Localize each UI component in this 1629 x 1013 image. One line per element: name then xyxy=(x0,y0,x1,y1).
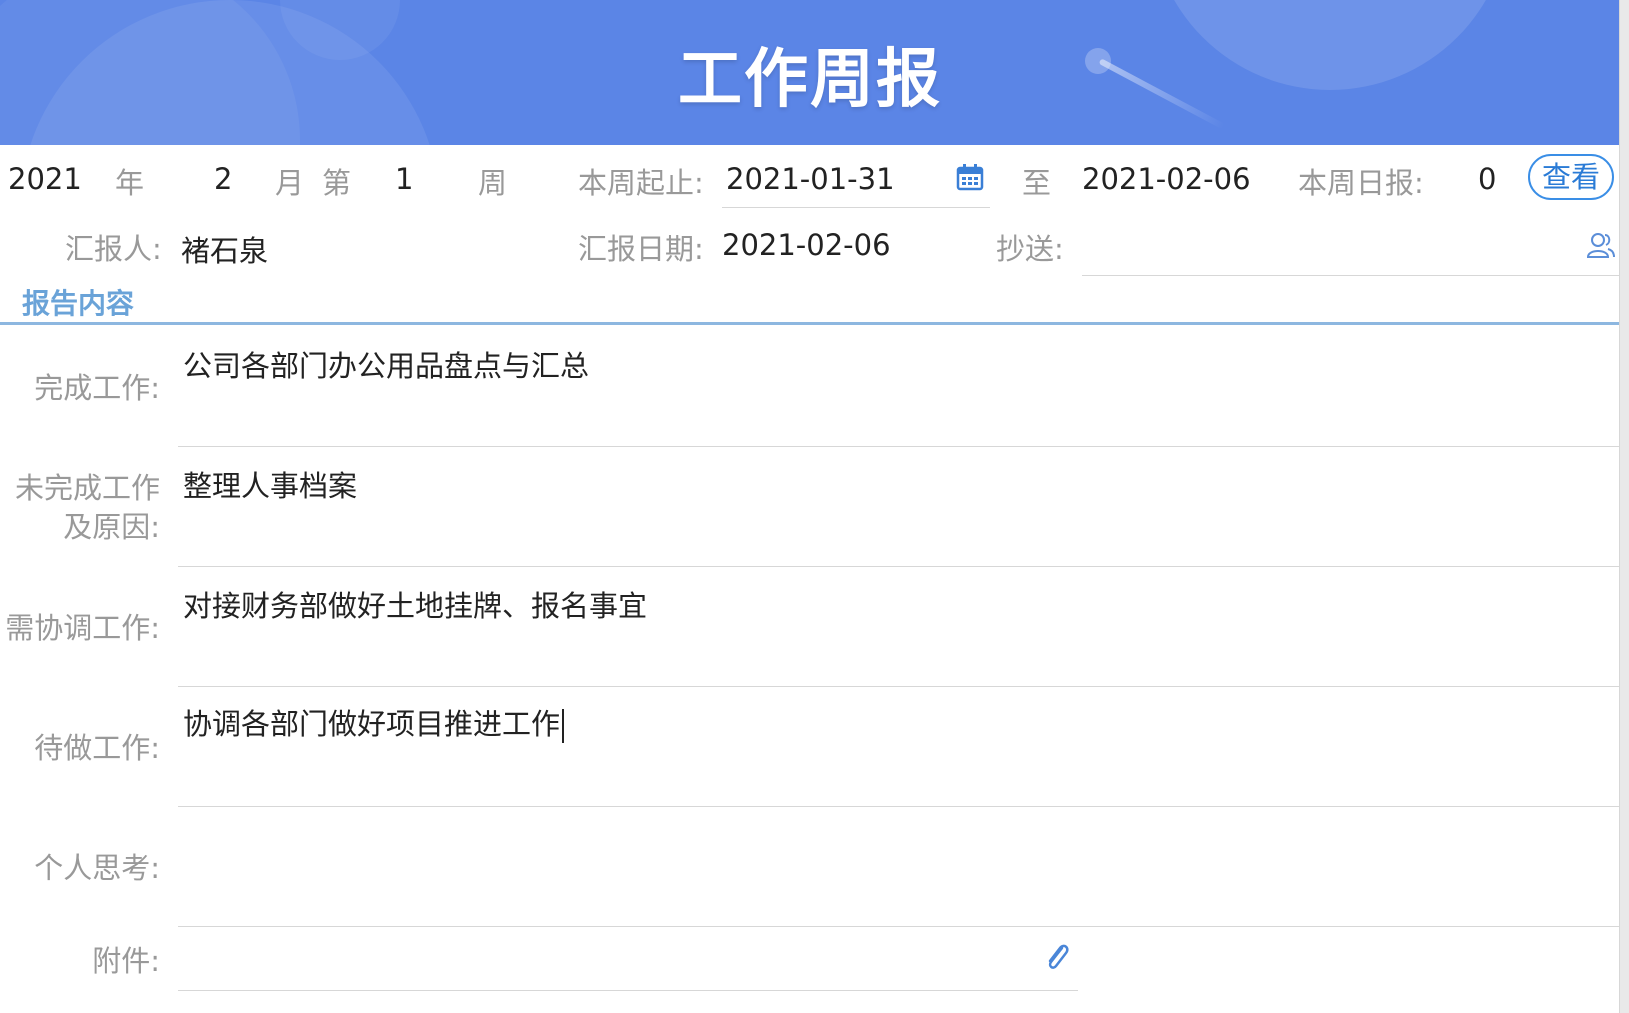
end-date-field[interactable]: 2021-02-06 xyxy=(1082,162,1251,196)
calendar-icon[interactable] xyxy=(956,163,984,191)
daily-report-count: 0 xyxy=(1478,162,1497,196)
to-label: 至 xyxy=(1022,166,1052,200)
section-title: 报告内容 xyxy=(22,287,135,320)
daily-report-label: 本周日报: xyxy=(1298,166,1424,200)
month-select[interactable]: 2 xyxy=(214,162,232,196)
coordination-work-label: 需协调工作: xyxy=(5,611,160,645)
paperclip-icon[interactable] xyxy=(1042,940,1072,974)
week-range-label: 本周起止: xyxy=(578,166,704,200)
incomplete-work-field[interactable]: 整理人事档案 xyxy=(183,463,357,505)
view-button[interactable]: 查看 xyxy=(1528,154,1614,200)
completed-work-underline xyxy=(178,446,1620,447)
coordination-work-field[interactable]: 对接财务部做好土地挂牌、报名事宜 xyxy=(183,583,647,625)
week-unit-label: 周 xyxy=(478,166,508,200)
header-banner: 工作周报 xyxy=(0,0,1620,145)
reporter-label: 汇报人: xyxy=(65,232,162,266)
year-unit-label: 年 xyxy=(115,166,145,200)
incomplete-work-label-line1: 未完成工作 xyxy=(14,471,160,505)
personal-thoughts-underline xyxy=(178,926,1620,927)
year-select[interactable]: 2021 xyxy=(8,162,82,196)
week-prefix-label: 第 xyxy=(322,166,352,200)
incomplete-work-underline xyxy=(178,566,1620,567)
section-divider xyxy=(0,322,1620,325)
incomplete-work-label-line2: 及原因: xyxy=(63,510,160,544)
todo-work-label: 待做工作: xyxy=(34,731,160,765)
month-unit-label: 月 xyxy=(275,166,305,200)
start-date-underline xyxy=(722,207,990,208)
todo-work-field[interactable]: 协调各部门做好项目推进工作 xyxy=(183,701,565,743)
todo-work-underline xyxy=(178,806,1620,807)
personal-thoughts-label: 个人思考: xyxy=(34,851,160,885)
todo-work-text: 协调各部门做好项目推进工作 xyxy=(183,707,561,741)
page-title: 工作周报 xyxy=(678,43,942,117)
week-number-select[interactable]: 1 xyxy=(395,162,413,196)
attachment-underline xyxy=(178,990,1078,991)
report-date-value: 2021-02-06 xyxy=(722,228,891,262)
start-date-field[interactable]: 2021-01-31 xyxy=(726,162,895,196)
cc-underline xyxy=(1082,275,1620,276)
report-date-label: 汇报日期: xyxy=(578,232,704,266)
text-cursor xyxy=(562,709,565,743)
reporter-name: 褚石泉 xyxy=(181,234,269,268)
coordination-work-underline xyxy=(178,686,1620,687)
completed-work-label: 完成工作: xyxy=(34,371,160,405)
window-edge xyxy=(1619,0,1629,1013)
cc-label: 抄送: xyxy=(996,232,1064,266)
weekly-report-form: 工作周报 2021 年 2 月 第 1 周 本周起止: 2021-01-31 至… xyxy=(0,0,1620,1013)
contacts-icon[interactable] xyxy=(1586,231,1616,259)
attachment-label: 附件: xyxy=(92,944,160,978)
completed-work-field[interactable]: 公司各部门办公用品盘点与汇总 xyxy=(183,343,589,385)
